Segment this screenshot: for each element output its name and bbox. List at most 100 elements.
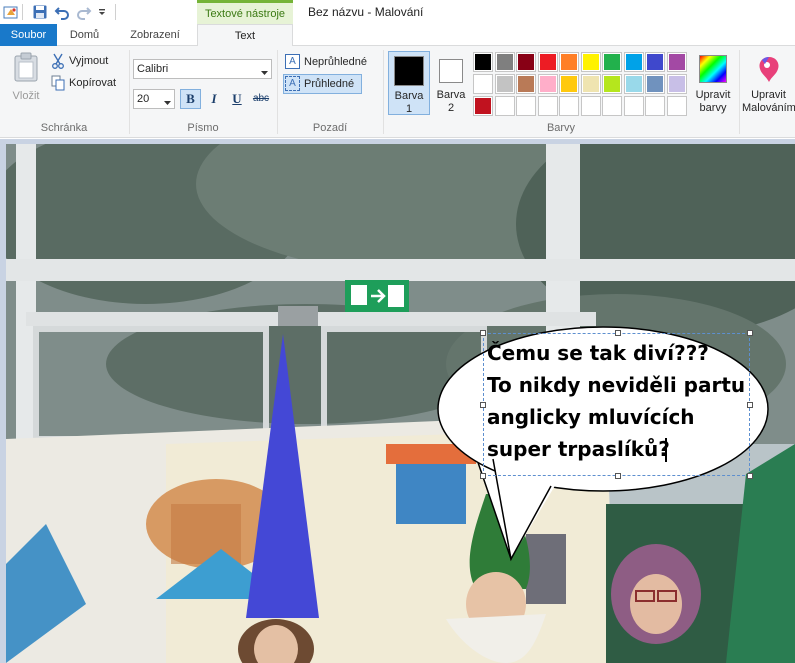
paste-label: Vložit	[12, 90, 40, 102]
cut-label: Vyjmout	[69, 55, 109, 67]
palette-swatch[interactable]	[645, 96, 665, 116]
tab-file[interactable]: Soubor	[0, 24, 57, 46]
palette-swatch[interactable]	[623, 52, 644, 72]
resize-handle-left[interactable]	[480, 402, 486, 408]
resize-handle-bottom[interactable]	[615, 473, 621, 479]
paint-app-icon[interactable]	[3, 4, 19, 20]
paint3d-label-line2: Malováním	[742, 102, 795, 114]
opaque-label: Neprůhledné	[304, 56, 367, 68]
palette-swatch[interactable]	[666, 74, 687, 94]
save-icon[interactable]	[32, 4, 48, 20]
chevron-down-icon	[164, 97, 171, 105]
paint3d-label-line1: Upravit	[751, 89, 786, 101]
separator	[115, 4, 116, 20]
color2-label-line1: Barva	[436, 89, 466, 101]
palette-swatch[interactable]	[602, 96, 622, 116]
transparent-label: Průhledné	[304, 78, 355, 90]
color2-button[interactable]: Barva 2	[433, 51, 469, 115]
font-size-select[interactable]: 20	[133, 89, 175, 109]
palette-swatch[interactable]	[666, 52, 687, 72]
strikethrough-button[interactable]: abc	[250, 89, 272, 109]
tab-view[interactable]: Zobrazení	[116, 24, 194, 46]
chevron-down-icon	[261, 67, 268, 75]
speech-text-line4: super trpaslíků?	[487, 437, 670, 461]
palette-swatch[interactable]	[516, 74, 536, 94]
bold-button[interactable]: B	[180, 89, 201, 109]
separator	[739, 50, 740, 134]
palette-swatch[interactable]	[602, 74, 622, 94]
transparent-button[interactable]: A Průhledné	[283, 74, 362, 94]
font-family-select[interactable]: Calibri	[133, 59, 272, 79]
palette-swatch[interactable]	[537, 96, 558, 116]
text-box[interactable]: Čemu se tak diví??? To nikdy neviděli pa…	[480, 330, 753, 479]
palette-swatch[interactable]	[473, 52, 493, 72]
color1-button[interactable]: Barva 1	[388, 51, 430, 115]
tab-text[interactable]: Text	[197, 24, 293, 47]
contextual-tab-group-label: Textové nástroje	[197, 0, 293, 24]
palette-swatch[interactable]	[516, 52, 536, 72]
opaque-text-icon: A	[285, 54, 300, 69]
text-cursor	[665, 438, 667, 462]
photo-canvas[interactable]: Čemu se tak diví??? To nikdy neviděli pa…	[6, 144, 795, 663]
palette-swatch[interactable]	[516, 96, 536, 116]
palette-swatch[interactable]	[623, 74, 644, 94]
edit-colors-label-line2: barvy	[699, 102, 727, 114]
window-title: Bez názvu - Malování	[308, 5, 424, 19]
opaque-button[interactable]: A Neprůhledné	[283, 52, 377, 72]
separator	[22, 4, 23, 20]
resize-handle-top[interactable]	[615, 330, 621, 336]
italic-button[interactable]: I	[205, 89, 223, 109]
resize-handle-bottom-right[interactable]	[747, 473, 753, 479]
canvas-area: Čemu se tak diví??? To nikdy neviděli pa…	[0, 139, 795, 663]
palette-swatch[interactable]	[580, 74, 601, 94]
palette-swatch[interactable]	[666, 96, 687, 116]
palette-swatch[interactable]	[494, 74, 515, 94]
palette-swatch[interactable]	[559, 74, 579, 94]
palette-swatch[interactable]	[494, 96, 515, 116]
copy-label: Kopírovat	[69, 77, 117, 89]
tab-home[interactable]: Domů	[57, 24, 112, 46]
palette-swatch[interactable]	[645, 52, 665, 72]
palette-swatch[interactable]	[473, 74, 493, 94]
palette-swatch[interactable]	[559, 52, 579, 72]
ribbon: Vložit Vyjmout Kopírovat Schránka Calibr…	[0, 46, 795, 138]
color2-swatch	[439, 59, 463, 83]
background-group-label: Pozadí	[312, 122, 348, 134]
palette-swatch[interactable]	[473, 96, 493, 116]
paste-button[interactable]: Vložit	[6, 50, 46, 106]
title-bar: Textové nástroje Bez názvu - Malování	[0, 0, 795, 24]
resize-handle-top-left[interactable]	[480, 330, 486, 336]
palette-swatch[interactable]	[537, 74, 558, 94]
color-spectrum-icon	[699, 55, 727, 83]
color-palette	[473, 52, 689, 118]
undo-icon[interactable]	[54, 4, 70, 20]
color1-label-line2: 1	[405, 103, 413, 115]
font-group-label: Písmo	[187, 122, 219, 134]
paint3d-icon	[754, 54, 784, 84]
edit-with-paint3d-button[interactable]: Upravit Malováním	[742, 51, 795, 115]
resize-handle-right[interactable]	[747, 402, 753, 408]
edit-colors-button[interactable]: Upravit barvy	[693, 51, 733, 115]
palette-swatch[interactable]	[494, 52, 515, 72]
resize-handle-bottom-left[interactable]	[480, 473, 486, 479]
underline-button[interactable]: U	[228, 89, 246, 109]
palette-swatch[interactable]	[580, 52, 601, 72]
colors-group-label: Barvy	[546, 122, 576, 134]
edit-colors-label-line1: Upravit	[695, 89, 731, 101]
resize-handle-top-right[interactable]	[747, 330, 753, 336]
cut-button[interactable]: Vyjmout	[50, 52, 126, 70]
redo-icon[interactable]	[76, 4, 92, 20]
transparent-text-icon: A	[285, 76, 300, 91]
palette-swatch[interactable]	[623, 96, 644, 116]
palette-swatch[interactable]	[537, 52, 558, 72]
palette-swatch[interactable]	[645, 74, 665, 94]
customize-quick-access-icon[interactable]	[97, 6, 107, 18]
copy-button[interactable]: Kopírovat	[50, 74, 126, 92]
palette-swatch[interactable]	[580, 96, 601, 116]
color1-swatch	[394, 56, 424, 86]
palette-swatch[interactable]	[559, 96, 579, 116]
color1-label-line1: Barva	[394, 90, 424, 102]
speech-text-line3: anglicky mluvících	[487, 405, 695, 429]
palette-swatch[interactable]	[602, 52, 622, 72]
clipboard-icon	[13, 52, 39, 82]
